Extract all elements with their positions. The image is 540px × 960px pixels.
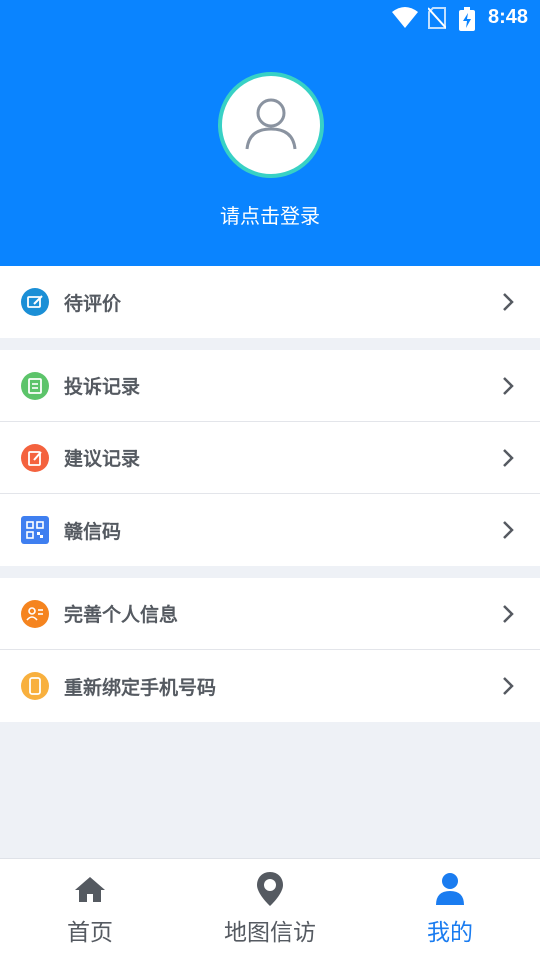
home-icon bbox=[0, 871, 180, 907]
tab-map-petition[interactable]: 地图信访 bbox=[180, 859, 360, 960]
qr-code-icon bbox=[21, 516, 49, 544]
status-time: 8:48 bbox=[487, 6, 528, 28]
menu-group-records: 投诉记录 建议记录 赣信码 bbox=[0, 350, 540, 566]
rebind-phone-icon bbox=[21, 672, 49, 700]
bottom-tab-bar: 首页 地图信访 我的 bbox=[0, 858, 540, 960]
chevron-right-icon bbox=[502, 292, 514, 316]
map-pin-icon bbox=[180, 871, 360, 907]
wifi-icon bbox=[392, 7, 418, 33]
no-sim-icon bbox=[427, 7, 447, 33]
menu-group-account: 完善个人信息 重新绑定手机号码 bbox=[0, 578, 540, 722]
chevron-right-icon bbox=[502, 604, 514, 628]
avatar[interactable] bbox=[218, 72, 324, 178]
chevron-right-icon bbox=[502, 448, 514, 472]
complaint-record-icon bbox=[21, 371, 49, 400]
profile-header: 8:48 请点击登录 bbox=[0, 0, 540, 266]
menu-item-pending-evaluation[interactable]: 待评价 bbox=[0, 266, 540, 338]
tab-mine[interactable]: 我的 bbox=[360, 859, 540, 960]
menu-item-label: 完善个人信息 bbox=[64, 604, 179, 626]
tab-label: 首页 bbox=[67, 920, 113, 946]
menu-item-label: 赣信码 bbox=[64, 520, 122, 543]
status-bar: 8:48 bbox=[0, 0, 540, 36]
suggestion-record-icon bbox=[21, 443, 49, 472]
user-placeholder-icon bbox=[241, 93, 301, 157]
menu-item-label: 重新绑定手机号码 bbox=[64, 676, 217, 699]
menu-item-personal-info[interactable]: 完善个人信息 bbox=[0, 578, 540, 650]
battery-charging-icon bbox=[459, 7, 475, 35]
tab-label: 我的 bbox=[427, 920, 473, 946]
menu-item-label: 待评价 bbox=[64, 292, 122, 315]
menu-item-gan-code[interactable]: 赣信码 bbox=[0, 494, 540, 566]
login-prompt[interactable]: 请点击登录 bbox=[0, 200, 540, 229]
menu-group-pending: 待评价 bbox=[0, 266, 540, 338]
tab-home[interactable]: 首页 bbox=[0, 859, 180, 960]
menu-item-complaint-records[interactable]: 投诉记录 bbox=[0, 350, 540, 422]
profile-icon bbox=[360, 871, 540, 907]
chevron-right-icon bbox=[502, 676, 514, 700]
personal-info-icon bbox=[21, 599, 49, 628]
chevron-right-icon bbox=[502, 520, 514, 544]
menu-item-rebind-phone[interactable]: 重新绑定手机号码 bbox=[0, 650, 540, 722]
tab-label: 地图信访 bbox=[224, 920, 316, 946]
menu-item-label: 投诉记录 bbox=[64, 376, 141, 398]
menu-item-label: 建议记录 bbox=[64, 448, 141, 470]
chevron-right-icon bbox=[502, 376, 514, 400]
evaluate-icon bbox=[21, 288, 49, 316]
menu-item-suggestion-records[interactable]: 建议记录 bbox=[0, 422, 540, 494]
